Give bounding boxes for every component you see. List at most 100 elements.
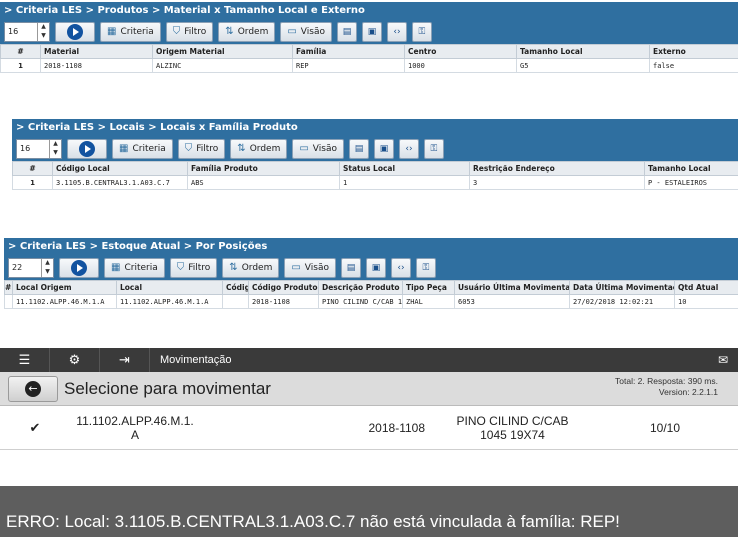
column-header[interactable]: Descrição Produto bbox=[318, 280, 403, 295]
criteria-button[interactable]: ▦ Criteria bbox=[112, 139, 173, 159]
column-header[interactable]: Externo bbox=[649, 44, 738, 59]
column-header[interactable]: Local Origem bbox=[12, 280, 117, 295]
filtro-button[interactable]: ⛉ Filtro bbox=[165, 22, 214, 42]
spinner-value: 22 bbox=[12, 263, 23, 272]
export-icon[interactable]: ▤ bbox=[336, 22, 357, 42]
table-row[interactable]: 1 2018-1108 ALZINC REP 1000 G5 false bbox=[0, 58, 738, 73]
column-header[interactable]: Data Última Movimentaçã bbox=[569, 280, 675, 295]
column-header[interactable]: Tipo Peça bbox=[402, 280, 455, 295]
gear-icon[interactable]: ⚙ bbox=[50, 348, 100, 372]
ordem-button[interactable]: ⇅ Ordem bbox=[230, 139, 288, 159]
arrow-up-icon[interactable]: ▲ bbox=[42, 259, 53, 268]
page-size-spinner[interactable]: 16 ▲ ▼ bbox=[16, 139, 62, 159]
arrow-up-icon[interactable]: ▲ bbox=[38, 23, 49, 32]
table-cell: ALZINC bbox=[152, 58, 293, 73]
back-button[interactable]: ← bbox=[8, 375, 58, 402]
save-icon[interactable]: ▣ bbox=[373, 139, 394, 159]
key-icon[interactable]: ⚿ bbox=[411, 22, 432, 42]
double-check-icon[interactable]: ✔ bbox=[0, 420, 70, 436]
ordem-button[interactable]: ⇅ Ordem bbox=[222, 258, 280, 278]
table-header: # Código Local Família Produto Status Lo… bbox=[12, 161, 738, 176]
table-cell: G5 bbox=[516, 58, 650, 73]
visao-label: Visão bbox=[304, 263, 329, 273]
arrow-down-icon[interactable]: ▼ bbox=[42, 268, 53, 277]
column-header[interactable]: Usuário Última Movimentaçã bbox=[454, 280, 570, 295]
visao-button[interactable]: ▭ Visão bbox=[292, 139, 344, 159]
table-cell: 2018-1108 bbox=[248, 294, 319, 309]
error-banner: ERRO: Local: 3.1105.B.CENTRAL3.1.A03.C.7… bbox=[0, 486, 738, 537]
run-button[interactable] bbox=[55, 22, 95, 42]
table-cell: false bbox=[649, 58, 738, 73]
criteria-label: Criteria bbox=[132, 144, 166, 154]
run-button[interactable] bbox=[59, 258, 99, 278]
table-cell: 1 bbox=[12, 175, 53, 190]
description-cell: PINO CILIND C/CAB 1045 19X74 bbox=[425, 414, 600, 442]
page-size-spinner[interactable]: 16 ▲ ▼ bbox=[4, 22, 50, 42]
visao-label: Visão bbox=[300, 27, 325, 37]
visao-label: Visão bbox=[312, 144, 337, 154]
menu-icon[interactable]: ☰ bbox=[0, 348, 50, 372]
column-header[interactable]: Qtd Atual bbox=[674, 280, 738, 295]
panel-estoque-posicoes: > Criteria LES > Estoque Atual > Por Pos… bbox=[4, 238, 738, 326]
run-button[interactable] bbox=[67, 139, 107, 159]
criteria-button[interactable]: ▦ Criteria bbox=[100, 22, 161, 42]
table-header: # Material Origem Material Família Centr… bbox=[0, 44, 738, 59]
code-icon[interactable]: ‹› bbox=[386, 22, 407, 42]
ordem-button[interactable]: ⇅ Ordem bbox=[218, 22, 276, 42]
column-header[interactable]: Status Local bbox=[339, 161, 470, 176]
data-table: # Material Origem Material Família Centr… bbox=[0, 44, 738, 73]
column-header[interactable]: Tamanho Local bbox=[644, 161, 738, 176]
list-item[interactable]: ✔ 11.1102.ALPP.46.M.1. A 2018-1108 PINO … bbox=[0, 406, 738, 450]
save-icon[interactable]: ▣ bbox=[361, 22, 382, 42]
table-cell: ZHAL bbox=[402, 294, 455, 309]
criteria-icon: ▦ bbox=[107, 26, 117, 37]
column-header[interactable]: Família bbox=[292, 44, 405, 59]
data-table: # Local Origem Local Códig Código Produt… bbox=[4, 280, 738, 309]
page-size-spinner[interactable]: 22 ▲ ▼ bbox=[8, 258, 54, 278]
key-icon[interactable]: ⚿ bbox=[415, 258, 436, 278]
column-header[interactable]: Código Local bbox=[52, 161, 188, 176]
export-icon[interactable]: ▤ bbox=[340, 258, 361, 278]
column-header[interactable]: Centro bbox=[404, 44, 517, 59]
visao-button[interactable]: ▭ Visão bbox=[280, 22, 332, 42]
column-header[interactable]: # bbox=[12, 161, 53, 176]
filtro-button[interactable]: ⛉ Filtro bbox=[169, 258, 218, 278]
table-cell: 10 bbox=[674, 294, 738, 309]
table-row[interactable]: 1 3.1105.B.CENTRAL3.1.A03.C.7 ABS 1 3 P … bbox=[12, 175, 738, 190]
sort-az-icon: ⇅ bbox=[237, 143, 246, 154]
play-icon bbox=[79, 141, 95, 157]
column-header[interactable]: # bbox=[0, 44, 41, 59]
breadcrumb: > Criteria LES > Estoque Atual > Por Pos… bbox=[4, 238, 738, 256]
mail-icon[interactable]: ✉ bbox=[708, 353, 738, 367]
table-cell: 2018-1108 bbox=[40, 58, 153, 73]
column-header[interactable]: Código Produto bbox=[248, 280, 319, 295]
column-header[interactable]: # bbox=[4, 280, 13, 295]
column-header[interactable]: Família Produto bbox=[187, 161, 340, 176]
key-icon[interactable]: ⚿ bbox=[423, 139, 444, 159]
column-header[interactable]: Material bbox=[40, 44, 153, 59]
arrow-up-icon[interactable]: ▲ bbox=[50, 140, 61, 149]
code-icon[interactable]: ‹› bbox=[398, 139, 419, 159]
mobile-movimentacao-screen: ☰ ⚙ ⇥ Movimentação ✉ ← Selecione para mo… bbox=[0, 348, 738, 458]
column-header[interactable]: Local bbox=[116, 280, 223, 295]
column-header[interactable]: Origem Material bbox=[152, 44, 293, 59]
error-message: ERRO: Local: 3.1105.B.CENTRAL3.1.A03.C.7… bbox=[6, 512, 620, 531]
visao-button[interactable]: ▭ Visão bbox=[284, 258, 336, 278]
logout-icon[interactable]: ⇥ bbox=[100, 348, 150, 372]
filtro-button[interactable]: ⛉ Filtro bbox=[177, 139, 226, 159]
version-text: Version: 2.2.1.1 bbox=[658, 387, 718, 397]
criteria-button[interactable]: ▦ Criteria bbox=[104, 258, 165, 278]
arrow-down-icon[interactable]: ▼ bbox=[38, 32, 49, 41]
play-icon bbox=[71, 260, 87, 276]
arrow-down-icon[interactable]: ▼ bbox=[50, 149, 61, 158]
play-icon bbox=[67, 24, 83, 40]
column-header[interactable]: Códig bbox=[222, 280, 249, 295]
local-line1: 11.1102.ALPP.46.M.1. bbox=[76, 413, 194, 428]
table-row[interactable]: 11.1102.ALPP.46.M.1.A 11.1102.ALPP.46.M.… bbox=[4, 294, 738, 309]
export-icon[interactable]: ▤ bbox=[348, 139, 369, 159]
column-header[interactable]: Tamanho Local bbox=[516, 44, 650, 59]
code-icon[interactable]: ‹› bbox=[390, 258, 411, 278]
save-icon[interactable]: ▣ bbox=[365, 258, 386, 278]
table-cell: 6053 bbox=[454, 294, 570, 309]
column-header[interactable]: Restrição Endereço bbox=[469, 161, 645, 176]
